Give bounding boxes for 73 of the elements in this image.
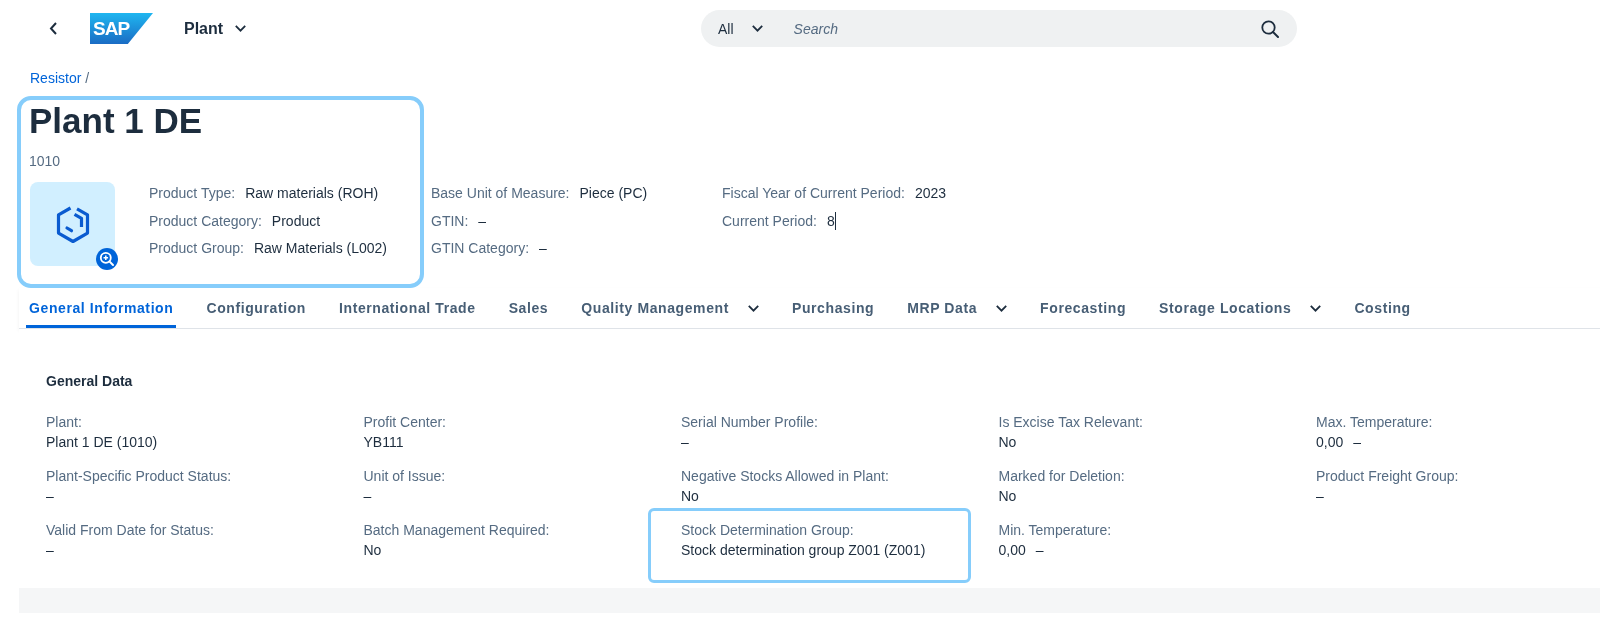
- field-value: No: [681, 487, 699, 505]
- field-value: –: [46, 487, 54, 505]
- field-value: No: [363, 541, 382, 559]
- breadcrumb-separator: /: [85, 69, 90, 87]
- field-label: Is Excise Tax Relevant:: [998, 413, 1143, 431]
- field-unit: –: [1353, 433, 1362, 451]
- attribute-label: Current Period:: [722, 211, 817, 230]
- attribute-value: –: [539, 239, 548, 257]
- attribute-value: 8: [826, 211, 836, 230]
- attribute-value: Raw Materials (L002): [253, 239, 388, 257]
- field-unit: –: [1035, 541, 1044, 559]
- hexagon-icon: [55, 205, 90, 243]
- field-label: Plant:: [46, 413, 82, 431]
- field-value: No: [998, 487, 1017, 505]
- back-icon[interactable]: [49, 22, 57, 35]
- attribute-value: Raw materials (ROH): [245, 184, 380, 202]
- search-field[interactable]: All Search: [701, 10, 1297, 47]
- field-value: –: [1316, 487, 1324, 505]
- attribute-value: Piece (PC): [579, 184, 649, 202]
- field-label: Negative Stocks Allowed in Plant:: [681, 467, 889, 485]
- zoom-in-icon[interactable]: [96, 248, 118, 270]
- field-label: Unit of Issue:: [363, 467, 446, 485]
- field-label: Profit Center:: [363, 413, 446, 431]
- logo[interactable]: SAP: [90, 13, 153, 44]
- chevron-down-icon[interactable]: [1310, 304, 1322, 312]
- field-label: Serial Number Profile:: [681, 413, 818, 431]
- chevron-down-icon[interactable]: [996, 304, 1008, 312]
- tab[interactable]: Quality Management: [578, 288, 762, 328]
- field-value: –: [363, 487, 372, 505]
- chevron-down-icon[interactable]: [747, 304, 759, 312]
- tab[interactable]: MRP Data: [904, 288, 1011, 328]
- field-label: Batch Management Required:: [363, 521, 550, 539]
- tab[interactable]: Forecasting: [1037, 288, 1130, 328]
- field-label: Valid From Date for Status:: [46, 521, 214, 539]
- field-value: Stock determination group Z001 (Z001): [681, 541, 926, 559]
- scope-select[interactable]: All: [718, 19, 763, 38]
- attribute-label: Fiscal Year of Current Period:: [722, 184, 905, 202]
- field-label: Stock Determination Group:: [681, 521, 854, 539]
- attribute-value: Product: [271, 211, 322, 230]
- product-title-button[interactable]: Plant: [184, 18, 247, 39]
- section-title: General Data: [46, 372, 133, 390]
- attribute-label: Base Unit of Measure:: [431, 184, 570, 202]
- field-value: –: [681, 433, 689, 451]
- field-label: Product Freight Group:: [1316, 467, 1459, 485]
- field-value: Plant 1 DE (1010): [46, 433, 158, 451]
- field-value: 0,00: [998, 541, 1026, 559]
- attribute-label: GTIN:: [431, 211, 469, 230]
- field-label: Marked for Deletion:: [998, 467, 1125, 485]
- attribute-value: –: [478, 211, 488, 230]
- chevron-down-icon: [235, 25, 247, 32]
- tab[interactable]: Costing: [1351, 288, 1414, 328]
- field-value: –: [46, 541, 54, 559]
- tab[interactable]: Storage Locations: [1156, 288, 1325, 328]
- field-value: No: [998, 433, 1017, 451]
- field-label: Max. Temperature:: [1316, 413, 1433, 431]
- search-icon[interactable]: [1261, 19, 1279, 38]
- breadcrumb-link[interactable]: Resistor: [30, 69, 82, 87]
- field-value: YB111: [363, 433, 404, 451]
- attribute-label: Product Type:: [149, 184, 236, 202]
- attribute-label: Product Category:: [149, 211, 262, 230]
- tab[interactable]: Purchasing: [788, 288, 878, 328]
- tab[interactable]: Sales: [505, 288, 552, 328]
- page-subtitle: 1010: [29, 152, 61, 170]
- attribute-label: GTIN Category:: [431, 239, 530, 257]
- chevron-down-icon: [751, 25, 763, 32]
- attribute-value: 2023: [914, 184, 948, 202]
- field-label: Plant-Specific Product Status:: [46, 467, 232, 485]
- field-value: 0,00: [1316, 433, 1344, 451]
- tab[interactable]: International Trade: [336, 288, 479, 328]
- attribute-label: Product Group:: [149, 239, 244, 257]
- page-title: Plant 1 DE: [29, 101, 203, 141]
- field-label: Min. Temperature:: [998, 521, 1112, 539]
- tab[interactable]: Configuration: [203, 288, 309, 328]
